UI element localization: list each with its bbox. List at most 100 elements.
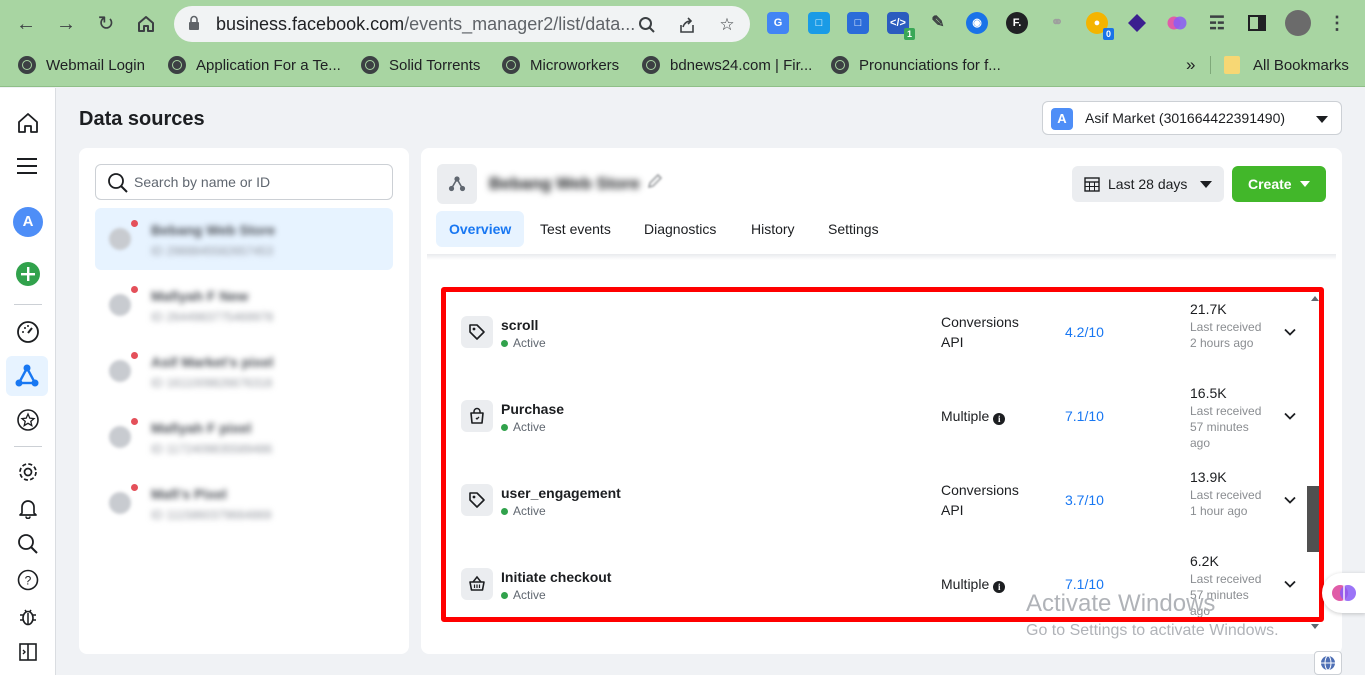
profile-avatar[interactable] — [1285, 10, 1311, 36]
address-bar[interactable]: business.facebook.com/events_manager2/li… — [174, 6, 750, 42]
reload-icon[interactable]: ↻ — [93, 11, 119, 37]
link-extension-icon[interactable]: ⚭ — [1046, 12, 1068, 34]
home-icon[interactable] — [12, 107, 44, 139]
event-match-quality[interactable]: 7.1/10 — [1065, 408, 1104, 424]
account-avatar[interactable]: A — [12, 206, 44, 238]
bookmark-item[interactable]: Microworkers — [502, 54, 619, 76]
browser-chrome: ← → ↻ business.facebook.com/events_manag… — [0, 0, 1365, 87]
code-extension-icon[interactable]: □ — [847, 12, 869, 34]
event-status: Active — [501, 588, 546, 602]
source-name: Bebang Web Store — [151, 222, 276, 238]
zoom-search-icon[interactable] — [636, 14, 658, 36]
search-icon[interactable] — [12, 528, 44, 560]
translate-extension-icon[interactable]: G — [767, 12, 789, 34]
forward-arrow-icon[interactable]: → — [53, 11, 79, 37]
data-source-item[interactable]: Mafi's Pixel ID 1115860379664869 — [95, 472, 393, 534]
bookmark-item[interactable]: Webmail Login — [18, 54, 145, 76]
dev-extension-icon[interactable]: </> 1 — [887, 12, 915, 40]
search-box[interactable] — [95, 164, 393, 200]
dataset-icon — [437, 164, 477, 204]
f-extension-icon[interactable]: F. — [1006, 12, 1028, 34]
bookmark-item[interactable]: bdnews24.com | Fir... — [642, 54, 812, 76]
bug-report-icon[interactable] — [12, 600, 44, 632]
chevron-down-icon[interactable] — [1283, 409, 1297, 423]
speed-extension-icon[interactable]: ✎ — [927, 12, 949, 34]
data-source-item[interactable]: Asif Market's pixel ID 1611009826676318 — [95, 340, 393, 402]
menu-icon[interactable] — [12, 150, 44, 182]
diamond-extension-icon[interactable] — [1126, 12, 1148, 34]
data-source-item[interactable]: Bebang Web Store ID 2988845582657453 — [95, 208, 393, 270]
event-row[interactable]: user_engagement Active Conversions API 3… — [441, 455, 1307, 539]
edit-pencil-icon[interactable] — [647, 173, 663, 194]
create-plus-icon[interactable] — [12, 258, 44, 290]
bookmark-item[interactable]: Solid Torrents — [361, 54, 480, 76]
bookmark-star-icon[interactable]: ☆ — [716, 14, 738, 36]
tab-settings[interactable]: Settings — [815, 211, 892, 247]
tab-history[interactable]: History — [738, 211, 808, 247]
share-icon[interactable] — [676, 14, 698, 36]
chevron-down-icon[interactable] — [1283, 325, 1297, 339]
bookmark-item[interactable]: Application For a Te... — [168, 54, 341, 76]
account-initial: A — [13, 207, 43, 237]
chevron-down-icon[interactable] — [1283, 577, 1297, 591]
events-scrollbar-thumb[interactable] — [1307, 486, 1324, 552]
event-match-quality[interactable]: 3.7/10 — [1065, 492, 1104, 508]
tab-overview[interactable]: Overview — [436, 211, 525, 247]
panel-toggle-icon[interactable] — [12, 636, 44, 668]
home-icon[interactable] — [133, 11, 159, 37]
more-menu-icon[interactable]: ⋮ — [1326, 12, 1348, 34]
calendar-icon — [1084, 177, 1100, 192]
info-icon[interactable]: i — [993, 413, 1006, 425]
scroll-down-arrow-icon[interactable] — [1311, 624, 1319, 629]
eye-extension-icon[interactable]: ◉ — [966, 12, 988, 34]
all-bookmarks-button[interactable]: All Bookmarks — [1224, 54, 1349, 76]
event-integration: Multiple i — [941, 574, 1036, 594]
side-panel-icon[interactable] — [1246, 12, 1268, 34]
event-row[interactable]: scroll Active Conversions API 4.2/10 21.… — [441, 287, 1307, 371]
account-label: Asif Market (301664422391490) — [1085, 110, 1286, 126]
bookmarks-overflow-button[interactable]: » — [1186, 54, 1195, 76]
data-source-item[interactable]: Mafiyah F New ID 2644983775469978 — [95, 274, 393, 336]
tab-diagnostics[interactable]: Diagnostics — [631, 211, 729, 247]
account-badge: A — [1051, 108, 1073, 130]
notifications-bell-icon[interactable] — [12, 492, 44, 524]
data-source-item[interactable]: Mafiyah F pixel ID 1172409835589486 — [95, 406, 393, 468]
screen-extension-icon[interactable]: □ — [808, 12, 830, 34]
date-range-selector[interactable]: Last 28 days — [1072, 166, 1224, 202]
dashboard-gauge-icon[interactable] — [12, 316, 44, 348]
events-list: scroll Active Conversions API 4.2/10 21.… — [441, 287, 1317, 622]
ad-account-selector[interactable]: A Asif Market (301664422391490) — [1042, 101, 1342, 135]
event-integration: Conversions API — [941, 482, 1019, 518]
brain-extension-icon[interactable] — [1166, 12, 1188, 34]
brain-assistant-icon[interactable] — [1322, 573, 1365, 613]
search-input[interactable] — [134, 171, 384, 193]
event-count: 6.2K — [1190, 553, 1219, 569]
event-integration: Conversions API — [941, 314, 1019, 350]
scroll-up-arrow-icon[interactable] — [1311, 296, 1319, 301]
events-manager-icon[interactable] — [6, 356, 48, 396]
bookmarks-divider — [1210, 56, 1211, 74]
settings-gear-icon[interactable] — [12, 456, 44, 488]
language-globe-icon[interactable] — [1314, 651, 1342, 675]
globe-icon — [361, 56, 379, 74]
pixel-icon — [109, 426, 131, 448]
event-count: 21.7K — [1190, 301, 1227, 317]
puzzle-extensions-icon[interactable]: ☶ — [1206, 12, 1228, 34]
back-arrow-icon[interactable]: ← — [13, 11, 39, 37]
chevron-down-icon[interactable] — [1283, 493, 1297, 507]
active-dot — [501, 591, 508, 599]
event-last-received: Last received 2 hours ago — [1190, 320, 1262, 350]
info-icon[interactable]: i — [993, 581, 1006, 593]
tab-test-events[interactable]: Test events — [527, 211, 624, 247]
help-question-icon[interactable]: ? — [12, 564, 44, 596]
events-scrollbar-track[interactable] — [1306, 296, 1324, 626]
left-navigation-rail: A ? — [0, 88, 56, 675]
star-icon[interactable] — [12, 404, 44, 436]
event-match-quality[interactable]: 4.2/10 — [1065, 324, 1104, 340]
create-button[interactable]: Create — [1232, 166, 1326, 202]
chrome-color-extension-icon[interactable]: ● 0 — [1086, 12, 1114, 40]
event-row[interactable]: Purchase Active Multiple i 7.1/10 16.5K L… — [441, 371, 1307, 455]
lock-icon — [189, 15, 199, 30]
page-title: Data sources — [79, 108, 205, 130]
bookmark-item[interactable]: Pronunciations for f... — [831, 54, 1001, 76]
